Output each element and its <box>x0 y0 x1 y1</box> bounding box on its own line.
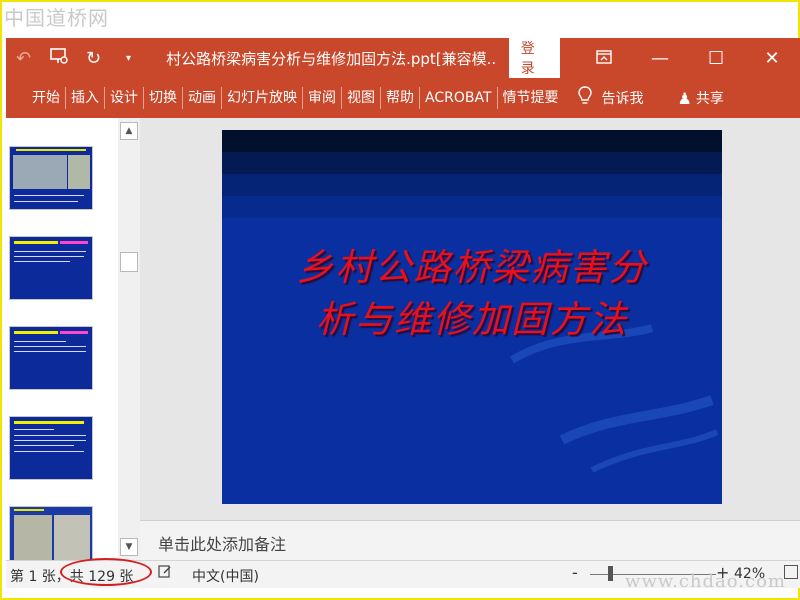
current-slide[interactable]: 乡村公路桥梁病害分 析与维修加固方法 <box>222 130 722 504</box>
thumbnail-scrollbar[interactable]: ▲ ▼ <box>118 118 140 560</box>
notes-pane[interactable]: 单击此处添加备注 <box>140 520 800 560</box>
red-circle-annotation <box>60 558 152 586</box>
fit-slide-icon[interactable] <box>784 565 798 579</box>
slide-thumbnail[interactable] <box>9 146 93 210</box>
ribbon-display-icon[interactable] <box>576 48 632 69</box>
tab-transitions[interactable]: 切换 <box>144 78 182 118</box>
tab-animations[interactable]: 动画 <box>183 78 221 118</box>
login-button[interactable]: 登录 <box>508 35 561 81</box>
tab-slideshow[interactable]: 幻灯片放映 <box>222 78 302 118</box>
maximize-icon[interactable]: ☐ <box>688 48 744 69</box>
slide-thumbnail[interactable] <box>9 506 93 560</box>
present-from-start-icon[interactable] <box>41 47 76 70</box>
slide-thumbnail[interactable] <box>9 416 93 480</box>
tab-storyboard[interactable]: 情节提要 <box>498 78 564 118</box>
scroll-down-icon[interactable]: ▼ <box>120 538 138 556</box>
language-indicator[interactable]: 中文(中国) <box>192 566 259 586</box>
scrollbar-thumb[interactable] <box>120 252 138 272</box>
undo-icon[interactable]: ↶ <box>6 48 41 69</box>
scroll-up-icon[interactable]: ▲ <box>120 122 138 140</box>
notes-edit-icon[interactable] <box>158 564 172 582</box>
person-icon: ♟ <box>677 88 692 108</box>
tab-insert[interactable]: 插入 <box>66 78 104 118</box>
tab-view[interactable]: 视图 <box>342 78 380 118</box>
watermark-bottom: www.chdao.com <box>625 571 786 592</box>
chevron-down-icon[interactable]: ▾ <box>111 53 146 64</box>
title-bar: ↶ ↻ ▾ 村公路桥梁病害分析与维修加固方法.ppt[兼容模... 登录 — ☐… <box>6 35 800 81</box>
slide-thumbnail-pane[interactable] <box>6 118 118 560</box>
share-label: 共享 <box>695 91 724 107</box>
document-title: 村公路桥梁病害分析与维修加固方法.ppt[兼容模... <box>166 49 495 68</box>
tell-me-box[interactable]: 告诉我 <box>572 85 644 111</box>
slide-thumbnail[interactable] <box>9 326 93 390</box>
lightbulb-icon <box>577 85 592 111</box>
tab-acrobat[interactable]: ACROBAT <box>420 78 497 118</box>
close-icon[interactable]: ✕ <box>744 48 800 69</box>
slide-swoosh-decoration <box>509 324 719 473</box>
slide-title: 乡村公路桥梁病害分 析与维修加固方法 <box>222 242 722 346</box>
zoom-slider-thumb[interactable] <box>608 566 613 581</box>
slide-title-line: 析与维修加固方法 <box>316 298 628 341</box>
zoom-out-button[interactable]: - <box>572 563 578 582</box>
tab-review[interactable]: 审阅 <box>303 78 341 118</box>
tell-me-label: 告诉我 <box>601 91 644 107</box>
tab-help[interactable]: 帮助 <box>381 78 419 118</box>
slide-title-line: 乡村公路桥梁病害分 <box>296 246 648 289</box>
tab-design[interactable]: 设计 <box>105 78 143 118</box>
watermark-top: 中国道桥网 <box>4 6 109 30</box>
tab-home[interactable]: 开始 <box>6 78 65 118</box>
minimize-icon[interactable]: — <box>632 48 688 69</box>
slide-thumbnail[interactable] <box>9 236 93 300</box>
ribbon-tabs: 开始 插入 设计 切换 动画 幻灯片放映 审阅 视图 帮助 ACROBAT 情节… <box>6 78 800 118</box>
share-button[interactable]: ♟ 共享 <box>678 88 724 108</box>
notes-placeholder: 单击此处添加备注 <box>158 535 287 554</box>
redo-icon[interactable]: ↻ <box>76 48 111 69</box>
